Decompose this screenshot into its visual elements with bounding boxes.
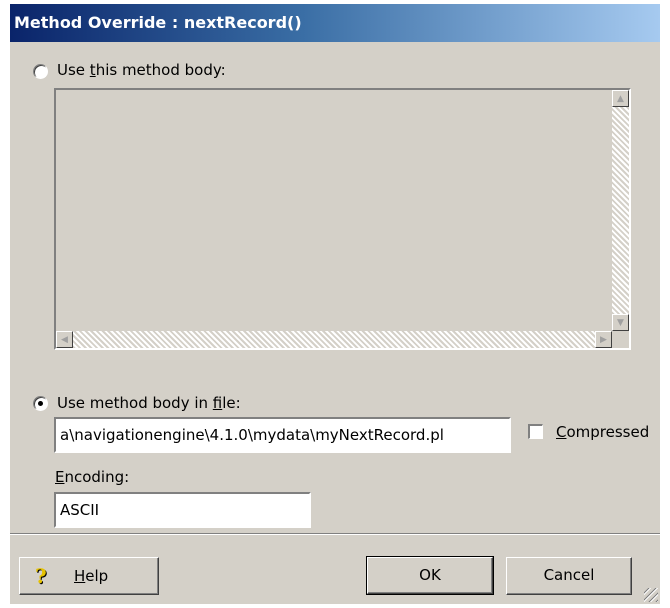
label-part: ile: [222, 394, 241, 412]
help-button[interactable]: ? Help [19, 557, 159, 595]
cancel-button[interactable]: Cancel [506, 557, 632, 595]
label-part: elp [85, 567, 109, 585]
label-part: ompressed [566, 423, 650, 441]
label-mnemonic: C [556, 423, 567, 441]
scroll-up-icon[interactable]: ▲ [612, 90, 629, 107]
label-mnemonic: H [74, 567, 86, 585]
cancel-label: Cancel [543, 566, 595, 584]
encoding-label: Encoding: [55, 468, 129, 486]
label-part: his method body: [95, 61, 226, 79]
title-bar[interactable]: Method Override : nextRecord() [10, 4, 660, 42]
method-override-dialog: Method Override : nextRecord() Use this … [10, 4, 660, 604]
use-method-body-radio[interactable] [33, 64, 48, 79]
help-label: Help [74, 567, 108, 585]
scroll-left-icon[interactable]: ◀ [56, 331, 73, 348]
label-part: Use method body in [57, 394, 213, 412]
scroll-down-icon[interactable]: ▼ [612, 314, 629, 331]
label-part: Use [57, 61, 90, 79]
use-file-radio[interactable] [33, 396, 48, 411]
encoding-input[interactable]: ASCII [54, 492, 311, 528]
file-path-value: a\navigationengine\4.1.0\mydata\myNextRe… [60, 426, 444, 444]
compressed-checkbox[interactable] [528, 424, 543, 439]
label-mnemonic: f [212, 394, 223, 412]
scroll-right-icon[interactable]: ▶ [595, 331, 612, 348]
ok-button[interactable]: OK [366, 556, 494, 595]
compressed-label[interactable]: Compressed [556, 423, 649, 441]
use-file-label[interactable]: Use method body in file: [57, 394, 241, 412]
use-method-body-label[interactable]: Use this method body: [57, 61, 226, 79]
encoding-value: ASCII [60, 501, 100, 519]
method-body-textarea[interactable]: ▲ ▼ ◀ ▶ [54, 88, 631, 350]
vertical-scroll-track[interactable] [612, 107, 629, 314]
size-grip-icon[interactable] [644, 588, 658, 602]
window-title: Method Override : nextRecord() [14, 13, 302, 32]
ok-label: OK [419, 566, 441, 584]
horizontal-scroll-track[interactable] [73, 331, 595, 348]
radio-selected-dot [38, 401, 43, 406]
scroll-corner [612, 331, 629, 348]
help-icon: ? [35, 564, 47, 588]
file-path-input[interactable]: a\navigationengine\4.1.0\mydata\myNextRe… [54, 417, 511, 453]
button-separator [10, 533, 660, 535]
label-part: ncoding: [64, 468, 130, 486]
